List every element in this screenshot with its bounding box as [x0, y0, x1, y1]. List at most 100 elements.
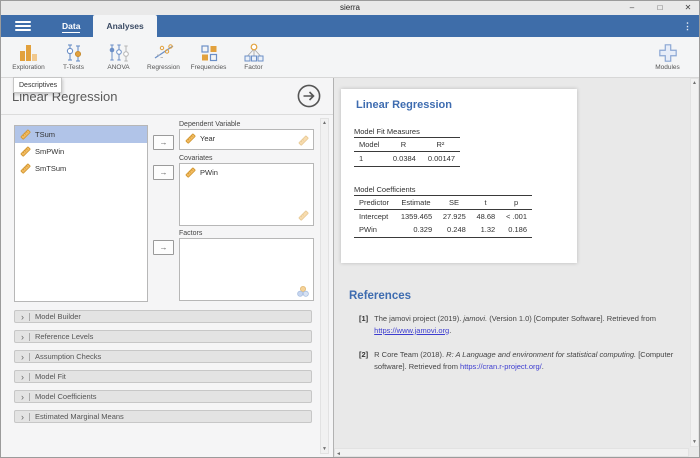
section-assumption-checks[interactable]: › Assumption Checks [14, 350, 312, 363]
move-to-covariates-button[interactable]: → [153, 165, 174, 180]
results-selection-box[interactable]: Linear Regression Model Fit Measures Mod… [341, 89, 577, 263]
results-vertical-scrollbar[interactable]: ▲ ▼ [690, 78, 699, 447]
options-body: TSum SmPWin SmTSum → → → Dependent Varia… [1, 116, 333, 457]
section-model-fit[interactable]: › Model Fit [14, 370, 312, 383]
regression-button[interactable]: Regression [141, 38, 186, 76]
factor-icon [244, 43, 263, 62]
section-model-coefficients[interactable]: › Model Coefficients [14, 390, 312, 403]
plus-icon [658, 44, 677, 62]
reference-text: The jamovi project (2019). jamovi. (Vers… [374, 313, 696, 336]
coefficients-table: Predictor Estimate SE t p Intercept 1359… [354, 195, 532, 238]
cell-predictor: PWin [354, 223, 395, 238]
variable-name: SmPWin [35, 147, 65, 156]
divider [29, 392, 30, 401]
divider [29, 412, 30, 421]
scroll-left-icon[interactable]: ◄ [336, 450, 341, 457]
reference-post: (Version 1.0) [Computer Software]. Retri… [487, 314, 656, 323]
modules-label: Modules [655, 64, 680, 71]
ribbon-tab-bar: Data Analyses ⋮ [1, 15, 699, 37]
cell-r: 0.0384 [386, 151, 421, 167]
continuous-variable-icon [20, 146, 31, 157]
nominal-type-hint-icon [297, 286, 309, 297]
hamburger-menu-icon[interactable] [15, 21, 31, 31]
section-reference-levels[interactable]: › Reference Levels [14, 330, 312, 343]
tab-data-label: Data [62, 21, 81, 33]
scroll-down-icon[interactable]: ▼ [321, 445, 328, 453]
chevron-right-icon: › [21, 371, 24, 382]
cell-t: 48.68 [476, 212, 496, 221]
modules-button[interactable]: Modules [645, 38, 690, 76]
model-fit-table: Model R R² 1 0.0384 0.00147 [354, 137, 460, 167]
variable-source-list[interactable]: TSum SmPWin SmTSum [14, 125, 148, 302]
column-header: t [470, 195, 501, 210]
divider [29, 312, 30, 321]
jamovi-link[interactable]: https://www.jamovi.org [374, 326, 449, 335]
cell-se: 27.925 [442, 212, 466, 221]
continuous-type-hint-icon [298, 135, 309, 146]
t-test-icon [66, 44, 81, 62]
exploration-button[interactable]: Exploration [6, 38, 51, 76]
variable-name: TSum [35, 130, 56, 139]
t-tests-label: T-Tests [63, 64, 84, 71]
covariate-item[interactable]: PWin [180, 164, 313, 181]
reference-text: R Core Team (2018). R: A Language and en… [374, 349, 696, 372]
run-analysis-button[interactable] [296, 83, 322, 109]
tab-data[interactable]: Data [49, 15, 93, 37]
section-estimated-marginal-means[interactable]: › Estimated Marginal Means [14, 410, 312, 423]
analysis-options-panel: Linear Regression TSum SmPWin SmTSum → →… [1, 78, 334, 457]
maximize-button[interactable]: □ [653, 2, 667, 14]
cell-p: 0.186 [500, 223, 532, 238]
divider [29, 372, 30, 381]
variable-name: SmTSum [35, 164, 67, 173]
table-row: PWin 0.329 0.248 1.32 0.186 [354, 223, 532, 238]
cran-link[interactable]: https://cran.r-project.org/ [460, 362, 542, 371]
reference-suffix: . [449, 325, 452, 335]
reference-italic: jamovi. [463, 314, 488, 323]
section-model-builder[interactable]: › Model Builder [14, 310, 312, 323]
minimize-button[interactable]: – [625, 2, 639, 14]
variable-item-smtsum[interactable]: SmTSum [15, 160, 147, 177]
table-row: 1 0.0384 0.00147 [354, 151, 460, 167]
table-row: Intercept 1359.465 27.925 48.68 < .001 [354, 210, 532, 224]
column-header: p [500, 195, 532, 210]
cell-predictor: Intercept [359, 212, 389, 221]
anova-button[interactable]: ANOVA [96, 38, 141, 76]
cell-estimate: 0.329 [394, 223, 438, 238]
continuous-variable-icon [20, 163, 31, 174]
coefficients-caption: Model Coefficients [354, 185, 416, 194]
factor-button[interactable]: Factor [231, 38, 276, 76]
menu-item-descriptives[interactable]: Descriptives [19, 82, 57, 89]
bar-chart-icon [20, 45, 37, 61]
chevron-right-icon: › [21, 391, 24, 402]
dependent-variable-item[interactable]: Year [180, 130, 313, 147]
references-title: References [349, 290, 412, 302]
results-horizontal-scrollbar[interactable]: ◄ [334, 448, 689, 457]
continuous-variable-icon [185, 167, 196, 178]
main-area: Linear Regression TSum SmPWin SmTSum → →… [1, 78, 699, 457]
frequencies-button[interactable]: Frequencies [186, 38, 231, 76]
chevron-right-icon: › [21, 331, 24, 342]
overflow-menu-icon[interactable]: ⋮ [683, 21, 692, 32]
scroll-up-icon[interactable]: ▲ [691, 79, 698, 87]
variable-item-smpwin[interactable]: SmPWin [15, 143, 147, 160]
reference-suffix: . [541, 361, 544, 371]
references-section: References [1] The jamovi project (2019)… [349, 290, 699, 386]
move-to-factors-button[interactable]: → [153, 240, 174, 255]
cell-estimate: 1359.465 [400, 212, 433, 221]
factors-box[interactable] [179, 238, 314, 301]
t-tests-button[interactable]: T-Tests [51, 38, 96, 76]
chevron-right-icon: › [21, 311, 24, 322]
move-to-dependent-button[interactable]: → [153, 135, 174, 150]
scroll-down-icon[interactable]: ▼ [691, 438, 698, 446]
scroll-up-icon[interactable]: ▲ [321, 119, 328, 127]
column-header: R [386, 137, 421, 152]
options-scrollbar[interactable]: ▲ ▼ [320, 118, 329, 454]
close-button[interactable]: ✕ [681, 2, 695, 14]
dependent-variable-box[interactable]: Year [179, 129, 314, 150]
covariates-box[interactable]: PWin [179, 163, 314, 226]
variable-item-tsum[interactable]: TSum [15, 126, 147, 143]
anova-icon [109, 44, 129, 62]
window-controls: – □ ✕ [625, 2, 695, 14]
tab-analyses[interactable]: Analyses [93, 15, 157, 37]
dependent-variable-value: Year [200, 134, 216, 143]
